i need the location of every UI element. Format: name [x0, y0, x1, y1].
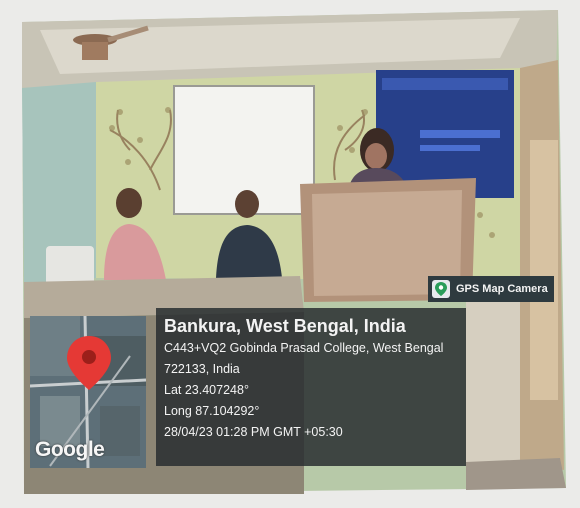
badge-label: GPS Map Camera [456, 283, 548, 295]
google-watermark: Google [35, 438, 105, 461]
latitude: Lat 23.407248° [164, 383, 249, 397]
location-title: Bankura, West Bengal, India [164, 316, 406, 336]
postal-line: 722133, India [164, 362, 240, 376]
location-info-panel: Bankura, West Bengal, India C443+VQ2 Gob… [156, 308, 466, 466]
datetime: 28/04/23 01:28 PM GMT +05:30 [164, 425, 343, 439]
longitude: Long 87.104292° [164, 404, 260, 418]
map-pin-icon [432, 280, 450, 298]
gps-map-camera-badge: GPS Map Camera [428, 276, 554, 302]
address-line: C443+VQ2 Gobinda Prasad College, West Be… [164, 341, 444, 355]
